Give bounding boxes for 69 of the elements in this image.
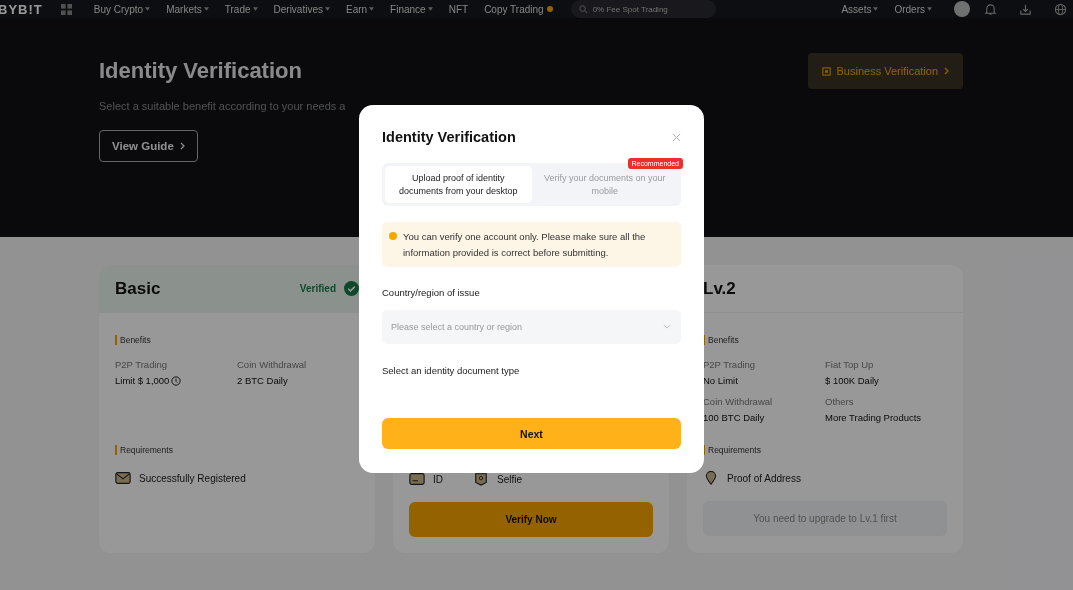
requirement-label: Selfie: [497, 473, 522, 485]
close-icon[interactable]: [672, 132, 681, 142]
notice-text: You can verify one account only. Please make sure all the information provided is correct before submitting.: [403, 230, 647, 260]
benefit-label: Fiat Top Up: [825, 359, 875, 370]
benefit-label: P2P Trading: [115, 359, 169, 370]
benefit-label: Coin Withdrawal: [237, 359, 308, 370]
method-tab[interactable]: Upload proof of identity documents from your desktop: [385, 166, 532, 203]
section-label: Requirements: [115, 445, 173, 455]
globe-icon[interactable]: [1054, 2, 1067, 16]
benefit-label: Others: [825, 396, 855, 407]
nav-menu-item[interactable]: Trade: [224, 3, 258, 15]
chevron-down-icon: [663, 324, 671, 330]
country-select[interactable]: Please select a country or region: [382, 310, 681, 345]
chevron-right-icon: [179, 142, 185, 150]
business-verification-button[interactable]: Business Verification: [807, 53, 963, 89]
info-icon[interactable]: [171, 375, 182, 386]
nav-menu-item[interactable]: Markets: [166, 3, 209, 15]
caret-icon: [252, 7, 258, 11]
benefit-label: Coin Withdrawal: [703, 396, 774, 407]
dot-icon: [546, 6, 553, 12]
warning-dot-icon: [389, 232, 397, 240]
caret-icon: [325, 7, 330, 11]
level-title: Lv.2: [703, 278, 736, 299]
download-icon[interactable]: [1019, 2, 1032, 16]
next-button[interactable]: Next: [382, 418, 681, 449]
benefit-value: $ 100K Daily: [825, 375, 879, 386]
requirement-label: ID: [433, 473, 443, 485]
requirement-label: Successfully Registered: [139, 472, 246, 484]
page-title: Identity Verification: [99, 58, 303, 84]
caret-icon: [927, 7, 932, 11]
caret-icon: [369, 7, 375, 11]
verified-status: Verified: [299, 283, 336, 294]
benefit-label: P2P Trading: [703, 359, 757, 370]
benefit-value: More Trading Products: [825, 412, 922, 423]
person-frame-icon: [473, 472, 489, 486]
envelope-icon: [115, 471, 131, 485]
level-title: Basic: [115, 278, 161, 299]
view-guide-button[interactable]: View Guide: [99, 130, 198, 162]
nav-menu-item[interactable]: Derivatives: [273, 3, 330, 15]
benefit-value: Limit $ 1,000: [115, 375, 170, 386]
grid-menu-icon[interactable]: [60, 3, 72, 15]
avatar-icon[interactable]: [954, 1, 970, 17]
caret-icon: [427, 7, 433, 11]
field-label: Select an identity document type: [382, 365, 521, 377]
benefit-value: 100 BTC Daily: [703, 412, 765, 423]
caret-icon: [873, 7, 879, 11]
field-label: Country/region of issue: [382, 287, 481, 299]
nav-menu-item[interactable]: Assets: [841, 3, 879, 15]
nav-menu-item[interactable]: NFT: [448, 3, 469, 15]
nav-menu-item[interactable]: Earn: [346, 3, 375, 15]
location-pin-icon: [703, 471, 719, 485]
benefit-value: 2 BTC Daily: [237, 375, 288, 386]
nav-menu-item[interactable]: Buy Crypto: [93, 3, 151, 15]
section-label: Benefits: [115, 335, 151, 345]
nav-menu-item[interactable]: Copy Trading: [484, 3, 553, 15]
caret-icon: [145, 7, 151, 11]
nav-menu-item[interactable]: Finance: [390, 3, 433, 15]
search-field[interactable]: 0% Fee Spot Trading: [570, 0, 716, 18]
benefit-value: No Limit: [703, 375, 738, 386]
nav-menu-item[interactable]: Orders: [894, 3, 932, 15]
bell-icon[interactable]: [984, 2, 997, 16]
dialog-title: Identity Verification: [382, 129, 516, 145]
building-icon: [821, 66, 831, 76]
requirement-label: Proof of Address: [727, 472, 801, 484]
id-card-icon: [409, 472, 425, 486]
caret-icon: [203, 7, 209, 11]
page-subtitle: Select a suitable benefit according to your needs a: [99, 100, 346, 112]
chevron-right-icon: [944, 67, 949, 75]
verify-button[interactable]: Verify Now: [409, 502, 653, 537]
